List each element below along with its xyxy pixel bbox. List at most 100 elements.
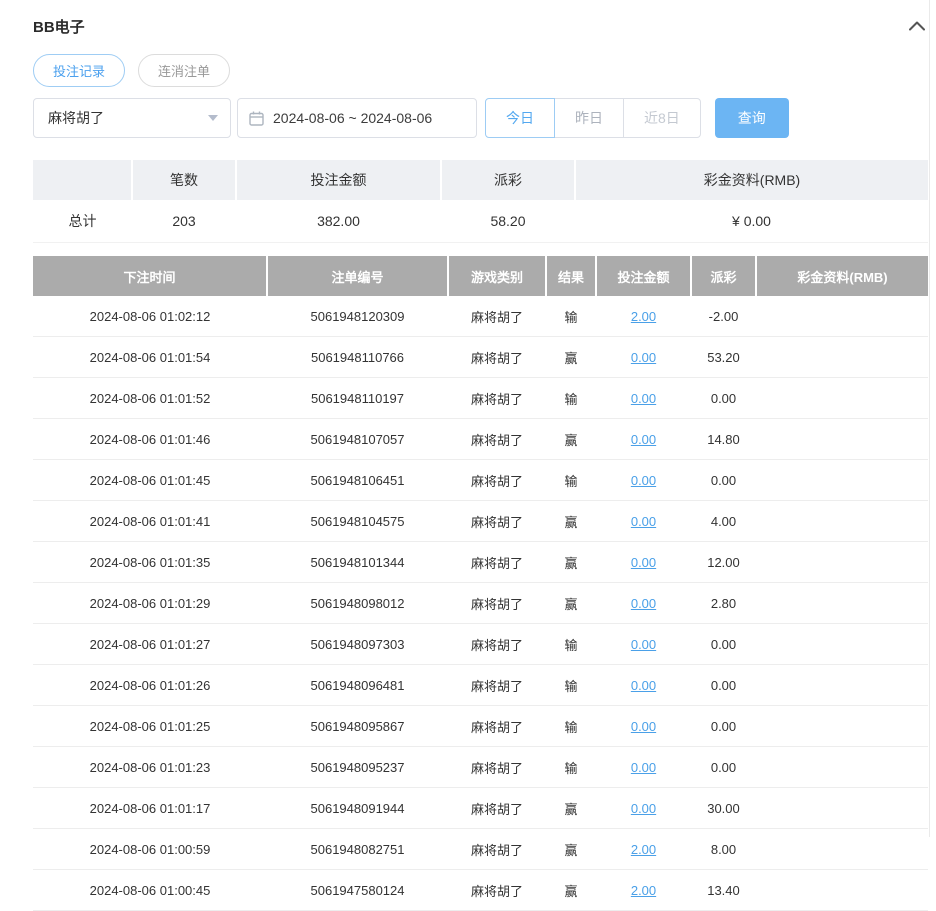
cell-result: 赢	[546, 828, 596, 870]
record-type-tabs: 投注记录 连消注单	[33, 54, 928, 87]
cell-payout: 8.00	[691, 828, 756, 870]
bet-amount-link[interactable]: 0.00	[631, 596, 656, 611]
cell-bonus	[756, 787, 928, 829]
cell-payout: 13.40	[691, 869, 756, 911]
cell-time: 2024-08-06 01:01:27	[33, 623, 267, 665]
cell-bonus	[756, 418, 928, 460]
cell-time: 2024-08-06 01:01:41	[33, 500, 267, 542]
summary-table: 笔数 投注金额 派彩 彩金资料(RMB) 总计 203 382.00 58.20…	[33, 160, 928, 243]
cell-time: 2024-08-06 01:01:45	[33, 459, 267, 501]
table-row: 2024-08-06 01:01:46 5061948107057 麻将胡了赢 0.0…	[33, 418, 928, 460]
cell-game: 麻将胡了	[448, 500, 546, 542]
header-order-number: 注单编号	[267, 256, 449, 296]
cell-time: 2024-08-06 01:01:46	[33, 418, 267, 460]
table-row: 2024-08-06 01:00:59 5061948082751 麻将胡了赢 2.0…	[33, 828, 928, 870]
bet-records-table: 下注时间 注单编号 游戏类别 结果 投注金额 派彩 彩金资料(RMB) 2024…	[33, 256, 928, 911]
cell-payout: 0.00	[691, 705, 756, 747]
cell-amount: 2.00	[596, 296, 691, 337]
cell-bonus	[756, 500, 928, 542]
cell-amount: 0.00	[596, 377, 691, 419]
summary-total-label: 总计	[33, 200, 132, 243]
cell-payout: 30.00	[691, 787, 756, 829]
header-bonus: 彩金资料(RMB)	[756, 256, 928, 296]
cell-result: 赢	[546, 869, 596, 911]
table-row: 2024-08-06 01:02:12 5061948120309 麻将胡了输 2.0…	[33, 296, 928, 337]
cell-order: 5061948098012	[267, 582, 448, 624]
bet-amount-link[interactable]: 0.00	[631, 637, 656, 652]
bet-amount-link[interactable]: 0.00	[631, 801, 656, 816]
quick-yesterday-button[interactable]: 昨日	[554, 98, 624, 138]
cell-result: 输	[546, 296, 596, 337]
summary-payout-value: 58.20	[441, 200, 575, 243]
cell-bonus	[756, 869, 928, 911]
bet-amount-link[interactable]: 0.00	[631, 719, 656, 734]
bet-amount-link[interactable]: 0.00	[631, 678, 656, 693]
cell-result: 赢	[546, 787, 596, 829]
bet-amount-link[interactable]: 0.00	[631, 555, 656, 570]
summary-header-row: 笔数 投注金额 派彩 彩金资料(RMB)	[33, 160, 928, 200]
cell-result: 输	[546, 746, 596, 788]
bet-amount-link[interactable]: 0.00	[631, 350, 656, 365]
cell-time: 2024-08-06 01:01:29	[33, 582, 267, 624]
cell-game: 麻将胡了	[448, 582, 546, 624]
cell-game: 麻将胡了	[448, 418, 546, 460]
cell-time: 2024-08-06 01:00:59	[33, 828, 267, 870]
cell-game: 麻将胡了	[448, 828, 546, 870]
summary-header-blank	[33, 160, 133, 200]
cell-result: 输	[546, 377, 596, 419]
bet-amount-link[interactable]: 2.00	[631, 842, 656, 857]
cell-payout: 14.80	[691, 418, 756, 460]
cell-payout: 0.00	[691, 664, 756, 706]
filter-bar: 麻将胡了 2024-08-06 ~ 2024-08-06 今日 昨日 近8日 查…	[33, 98, 928, 138]
game-select[interactable]: 麻将胡了	[33, 98, 231, 138]
bet-amount-link[interactable]: 0.00	[631, 432, 656, 447]
bet-amount-link[interactable]: 0.00	[631, 391, 656, 406]
bet-amount-link[interactable]: 0.00	[631, 514, 656, 529]
chevron-up-icon[interactable]	[906, 15, 928, 37]
cell-amount: 0.00	[596, 664, 691, 706]
quick-today-button[interactable]: 今日	[485, 98, 555, 138]
cell-amount: 0.00	[596, 787, 691, 829]
cell-time: 2024-08-06 01:01:26	[33, 664, 267, 706]
quick-last8days-button[interactable]: 近8日	[623, 98, 701, 138]
bet-amount-link[interactable]: 2.00	[631, 883, 656, 898]
table-row: 2024-08-06 01:00:45 5061947580124 麻将胡了赢 2.0…	[33, 869, 928, 911]
calendar-icon	[249, 111, 264, 126]
summary-count-value: 203	[132, 200, 236, 243]
tab-bet-records[interactable]: 投注记录	[33, 54, 126, 87]
table-row: 2024-08-06 01:01:23 5061948095237 麻将胡了输 0.0…	[33, 746, 928, 788]
cell-game: 麻将胡了	[448, 869, 546, 911]
cell-order: 5061948120309	[267, 296, 448, 337]
table-row: 2024-08-06 01:01:27 5061948097303 麻将胡了输 0.0…	[33, 623, 928, 665]
cell-game: 麻将胡了	[448, 705, 546, 747]
panel-title: BB电子	[33, 18, 85, 36]
cell-result: 输	[546, 623, 596, 665]
cell-bonus	[756, 828, 928, 870]
cell-amount: 0.00	[596, 500, 691, 542]
cell-payout: 4.00	[691, 500, 756, 542]
table-row: 2024-08-06 01:01:29 5061948098012 麻将胡了赢 0.0…	[33, 582, 928, 624]
summary-bet-amount-value: 382.00	[236, 200, 441, 243]
cell-result: 赢	[546, 500, 596, 542]
cell-time: 2024-08-06 01:01:25	[33, 705, 267, 747]
cell-game: 麻将胡了	[448, 459, 546, 501]
cell-bonus	[756, 296, 928, 337]
bet-amount-link[interactable]: 0.00	[631, 473, 656, 488]
cell-game: 麻将胡了	[448, 377, 546, 419]
game-select-value: 麻将胡了	[48, 110, 104, 126]
summary-header-bonus: 彩金资料(RMB)	[575, 160, 928, 200]
search-button[interactable]: 查询	[714, 98, 789, 138]
bet-amount-link[interactable]: 2.00	[631, 309, 656, 324]
cell-order: 5061947580124	[267, 869, 448, 911]
cell-game: 麻将胡了	[448, 541, 546, 583]
cell-game: 麻将胡了	[448, 664, 546, 706]
cell-amount: 0.00	[596, 418, 691, 460]
tab-cascade-orders[interactable]: 连消注单	[138, 54, 231, 87]
bet-table-body: 2024-08-06 01:02:12 5061948120309 麻将胡了输 2.0…	[33, 296, 928, 911]
bet-amount-link[interactable]: 0.00	[631, 760, 656, 775]
cell-result: 输	[546, 459, 596, 501]
date-range-input[interactable]: 2024-08-06 ~ 2024-08-06	[237, 98, 477, 138]
cell-result: 赢	[546, 582, 596, 624]
cell-payout: 0.00	[691, 746, 756, 788]
cell-order: 5061948097303	[267, 623, 448, 665]
